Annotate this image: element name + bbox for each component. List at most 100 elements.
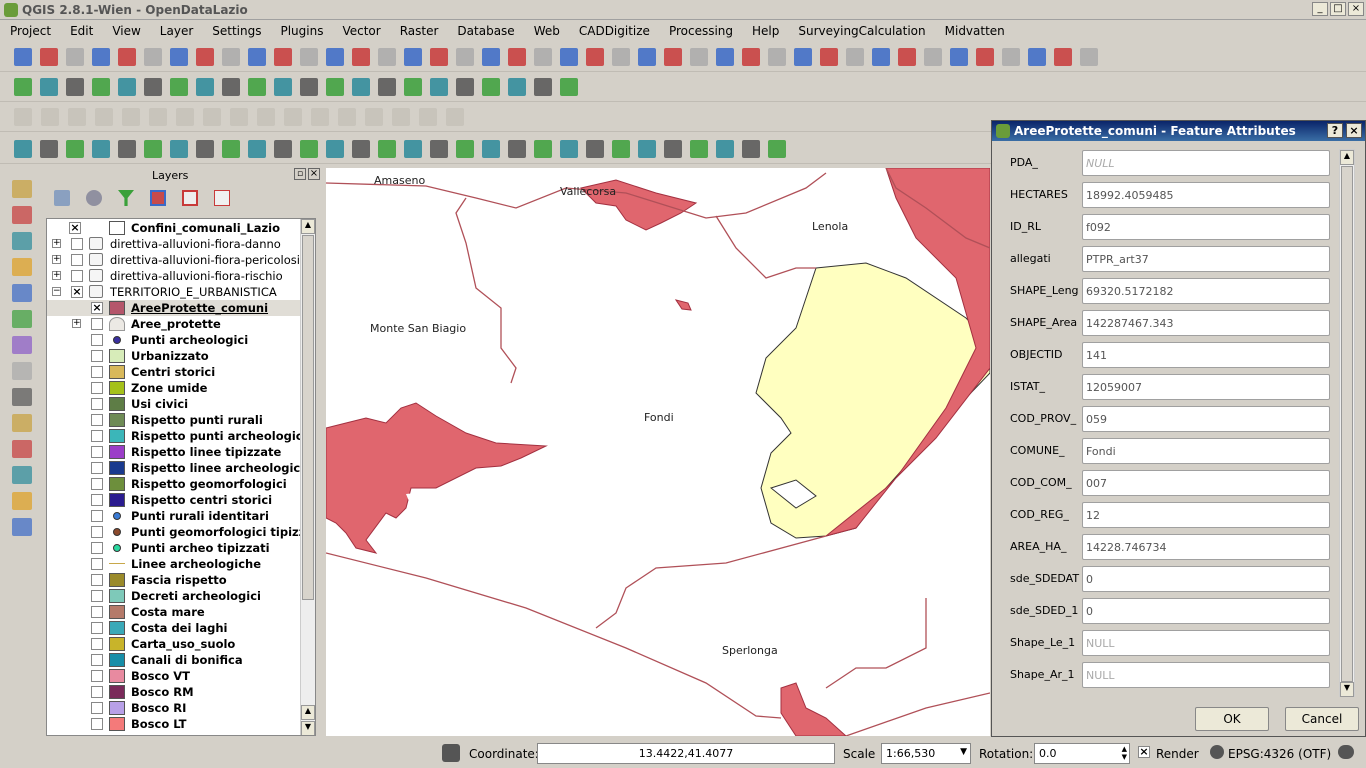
expand-all-icon[interactable] [150,190,166,206]
tb3-tool-icon-5[interactable] [122,108,140,126]
layer-row[interactable]: × AreeProtette_comuni [47,300,301,316]
expand-icon[interactable]: − [52,287,61,296]
tb4-tool-icon-17[interactable] [430,140,448,158]
left-tool-icon-1[interactable] [12,180,32,198]
help-button[interactable]: ? [1327,123,1343,138]
maximize-button[interactable]: □ [1330,2,1346,16]
layer-row[interactable]: Canali di bonifica [47,652,301,668]
layer-visibility-checkbox[interactable] [91,318,103,330]
left-tool-icon-8[interactable] [12,362,32,380]
tb1-tool-icon-2[interactable] [40,48,58,66]
tb2-tool-icon-6[interactable] [144,78,162,96]
tb4-tool-icon-6[interactable] [144,140,162,158]
tb4-tool-icon-29[interactable] [742,140,760,158]
dialog-scroll-down[interactable]: ▼ [1340,682,1354,697]
attribute-value-field[interactable]: NULL [1082,630,1330,656]
spin-arrows-icon[interactable]: ▲ ▼ [1122,745,1127,761]
coordinate-field[interactable]: 13.4422,41.4077 [537,743,835,764]
tb4-tool-icon-2[interactable] [40,140,58,158]
layer-row[interactable]: Linee archeologiche [47,556,301,572]
tb3-tool-icon-2[interactable] [41,108,59,126]
close-panel-icon[interactable]: × [308,168,320,180]
attribute-value-field[interactable]: Fondi [1082,438,1330,464]
tb2-tool-icon-20[interactable] [508,78,526,96]
tb2-tool-icon-5[interactable] [118,78,136,96]
layer-row[interactable]: − × TERRITORIO_E_URBANISTICA [47,284,301,300]
scroll-down-button[interactable]: ▼ [301,721,315,735]
crs-globe-icon[interactable] [1210,745,1224,759]
layer-visibility-checkbox[interactable] [91,478,103,490]
tb4-tool-icon-10[interactable] [248,140,266,158]
tb4-tool-icon-15[interactable] [378,140,396,158]
tb3-tool-icon-9[interactable] [230,108,248,126]
menu-item-plugins[interactable]: Plugins [270,24,332,38]
layer-visibility-checkbox[interactable] [91,510,103,522]
tb1-tool-icon-23[interactable] [586,48,604,66]
tb1-tool-icon-29[interactable] [742,48,760,66]
menu-item-edit[interactable]: Edit [60,24,102,38]
tb3-tool-icon-4[interactable] [95,108,113,126]
tb2-tool-icon-9[interactable] [222,78,240,96]
tb4-tool-icon-4[interactable] [92,140,110,158]
layer-visibility-checkbox[interactable] [91,606,103,618]
layer-row[interactable]: Rispetto geomorfologici [47,476,301,492]
layer-visibility-checkbox[interactable] [91,558,103,570]
tb4-tool-icon-12[interactable] [300,140,318,158]
layer-row[interactable]: Carta_uso_suolo [47,636,301,652]
layer-visibility-checkbox[interactable] [91,702,103,714]
layer-row[interactable]: Bosco LT [47,716,301,732]
tb3-tool-icon-8[interactable] [203,108,221,126]
tb4-tool-icon-23[interactable] [586,140,604,158]
layer-visibility-checkbox[interactable] [91,382,103,394]
layer-visibility-checkbox[interactable] [91,430,103,442]
layer-visibility-checkbox[interactable] [91,542,103,554]
tb1-tool-icon-17[interactable] [430,48,448,66]
layer-row[interactable]: Rispetto punti archeologici [47,428,307,444]
attribute-value-field[interactable]: 141 [1082,342,1330,368]
expand-icon[interactable]: + [52,255,61,264]
layers-scrollbar[interactable]: ▲ ▲ ▼ [300,219,315,735]
tb4-tool-icon-8[interactable] [196,140,214,158]
tb1-tool-icon-31[interactable] [794,48,812,66]
tb2-tool-icon-16[interactable] [404,78,422,96]
menu-item-help[interactable]: Help [742,24,788,38]
tb1-tool-icon-26[interactable] [664,48,682,66]
layer-visibility-checkbox[interactable]: × [69,222,81,234]
tb1-tool-icon-14[interactable] [352,48,370,66]
tb1-tool-icon-36[interactable] [924,48,942,66]
attribute-value-field[interactable]: 14228.746734 [1082,534,1330,560]
layer-visibility-checkbox[interactable] [91,622,103,634]
tb1-tool-icon-11[interactable] [274,48,292,66]
menu-item-processing[interactable]: Processing [659,24,742,38]
message-bubble-icon[interactable] [1338,745,1354,759]
layer-row[interactable]: Rispetto punti rurali [47,412,301,428]
attribute-value-field[interactable]: 0 [1082,598,1330,624]
remove-layer-icon[interactable] [214,190,230,206]
layer-row[interactable]: Rispetto linee tipizzate [47,444,301,460]
minimize-button[interactable]: _ [1312,2,1328,16]
map-canvas[interactable]: Amaseno Vallecorsa Lenola Monte San Biagio F… [326,168,990,736]
tb1-tool-icon-30[interactable] [768,48,786,66]
cancel-button[interactable]: Cancel [1285,707,1359,731]
tb2-tool-icon-13[interactable] [326,78,344,96]
left-tool-icon-5[interactable] [12,284,32,302]
menu-item-web[interactable]: Web [524,24,569,38]
tb1-tool-icon-13[interactable] [326,48,344,66]
tb1-tool-icon-40[interactable] [1028,48,1046,66]
layer-visibility-checkbox[interactable] [91,446,103,458]
layer-visibility-checkbox[interactable] [91,526,103,538]
menu-item-caddigitize[interactable]: CADDigitize [569,24,659,38]
tb2-tool-icon-18[interactable] [456,78,474,96]
tb1-tool-icon-38[interactable] [976,48,994,66]
tb3-tool-icon-7[interactable] [176,108,194,126]
layer-row[interactable]: Bosco RM [47,684,301,700]
tb2-tool-icon-1[interactable] [14,78,32,96]
tb2-tool-icon-2[interactable] [40,78,58,96]
layer-row[interactable]: Costa dei laghi [47,620,301,636]
tb4-tool-icon-18[interactable] [456,140,474,158]
tb1-tool-icon-4[interactable] [92,48,110,66]
tb2-tool-icon-17[interactable] [430,78,448,96]
tb2-tool-icon-7[interactable] [170,78,188,96]
tb1-tool-icon-25[interactable] [638,48,656,66]
tb2-tool-icon-11[interactable] [274,78,292,96]
